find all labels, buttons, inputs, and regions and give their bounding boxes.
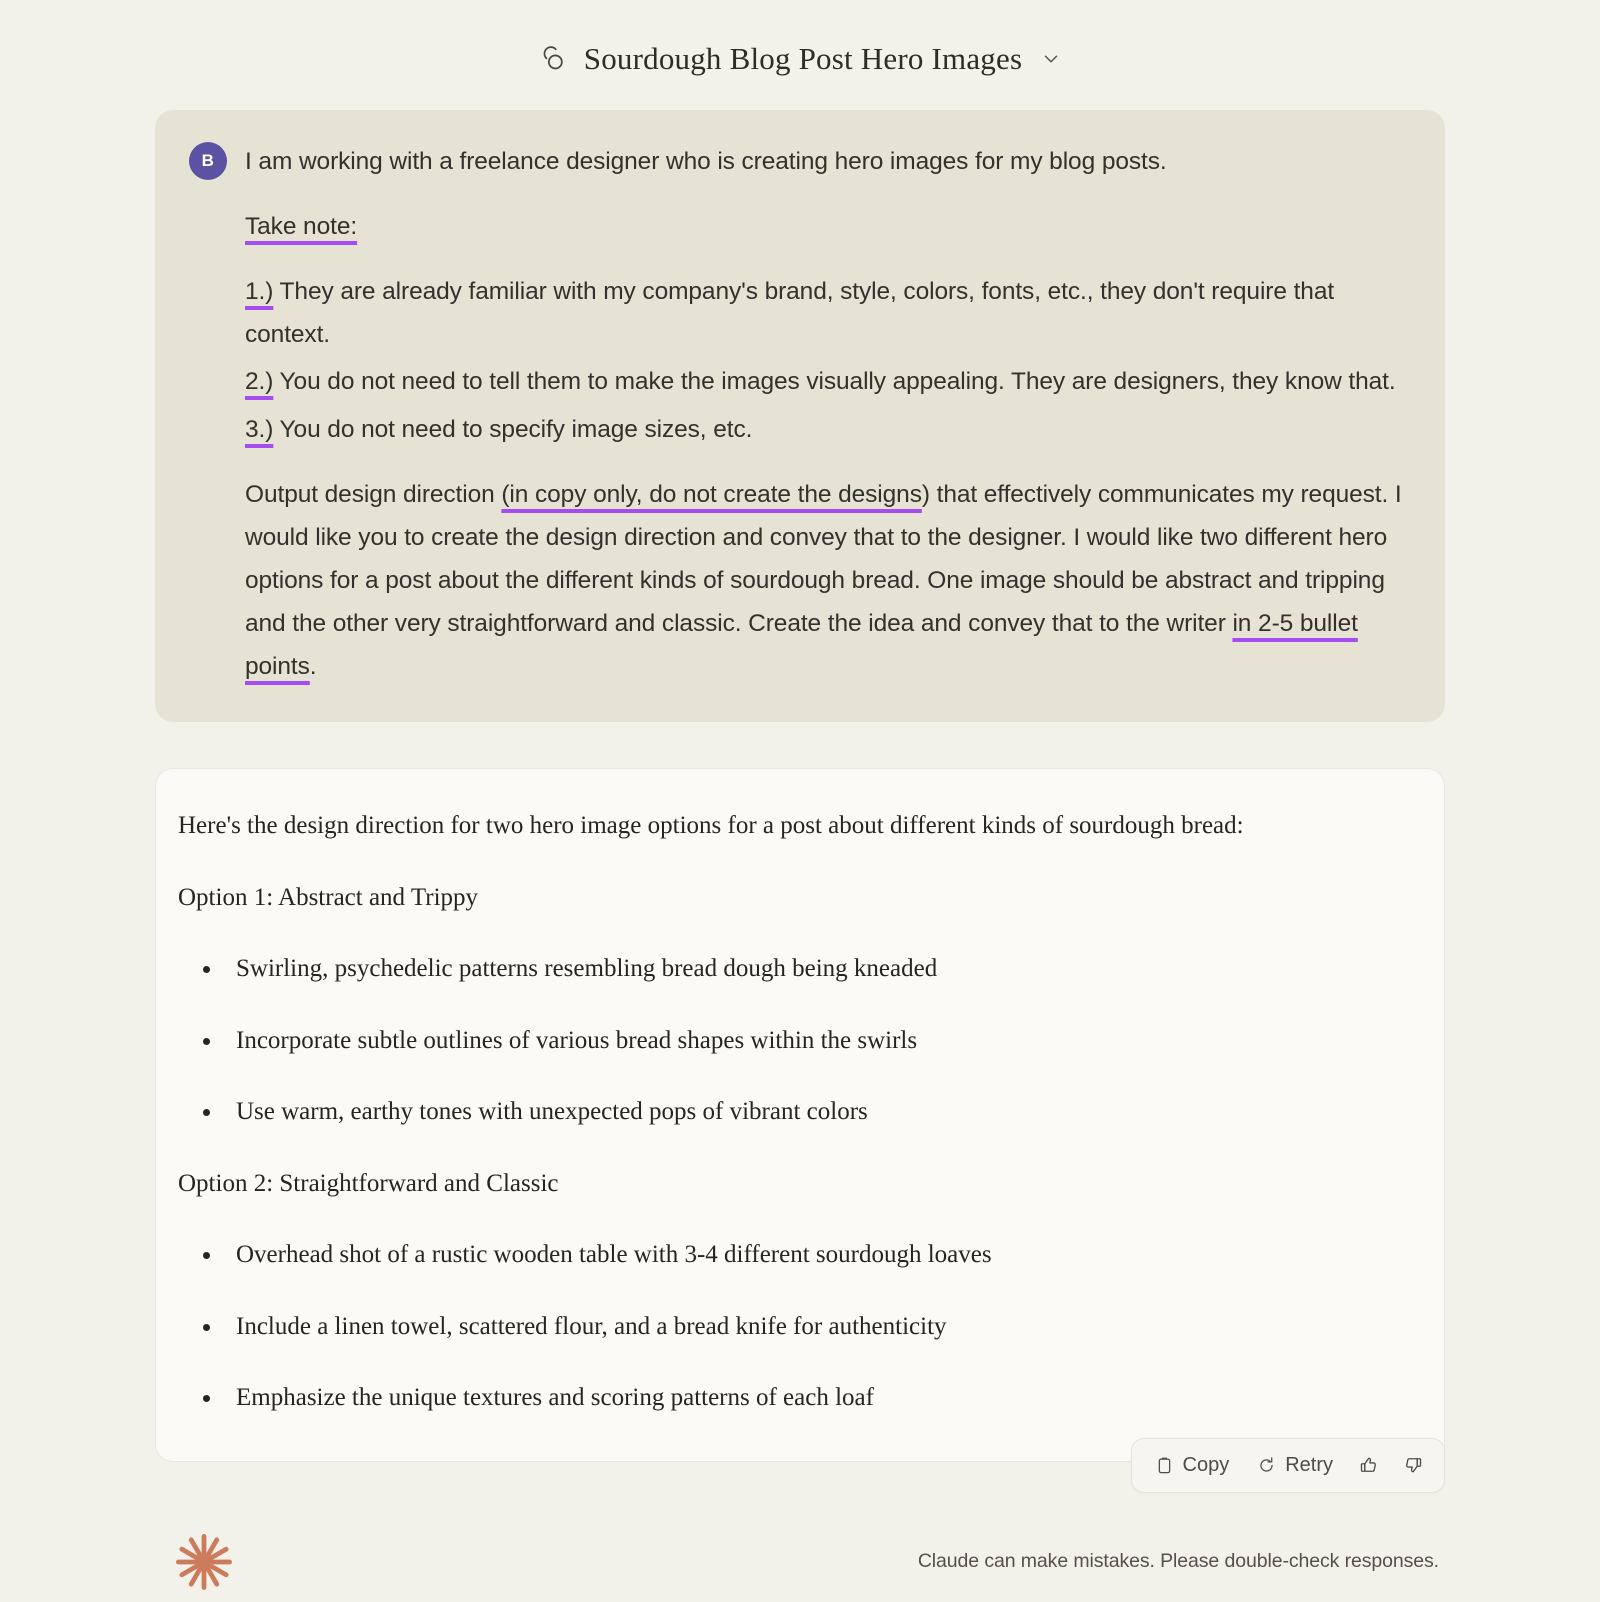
note-marker-2: 2.) <box>245 368 274 396</box>
thumbs-up-button[interactable] <box>1350 1449 1388 1481</box>
list-item: Use warm, earthy tones with unexpected p… <box>203 1089 1408 1135</box>
assistant-message-text: Here's the design direction for two hero… <box>178 803 1408 1421</box>
thumbs-up-icon <box>1359 1455 1379 1475</box>
list-item: Overhead shot of a rustic wooden table w… <box>203 1232 1408 1278</box>
assistant-bullets-option-1: Swirling, psychedelic patterns resemblin… <box>178 946 1408 1135</box>
message-actions-toolbar: Copy Retry <box>1130 1437 1445 1493</box>
note-text-2: You do not need to tell them to make the… <box>273 368 1396 396</box>
list-item: Include a linen towel, scattered flour, … <box>203 1304 1408 1350</box>
refresh-icon <box>1257 1456 1276 1475</box>
user-paragraph-closing: Output design direction (in copy only, d… <box>245 473 1411 689</box>
chevron-down-icon[interactable] <box>1040 48 1062 70</box>
user-paragraph-intro: I am working with a freelance designer w… <box>245 148 1167 175</box>
user-paragraph-take-note: Take note: <box>245 205 1411 248</box>
chat-bubble-icon <box>538 44 568 74</box>
list-item: Swirling, psychedelic patterns resemblin… <box>203 946 1408 992</box>
thumbs-down-button[interactable] <box>1394 1449 1432 1481</box>
closing-underlined-1: (in copy only, do not create the designs <box>501 480 922 508</box>
disclaimer-text: Claude can make mistakes. Please double-… <box>917 1550 1439 1573</box>
thumbs-down-icon <box>1403 1455 1423 1475</box>
user-note-item-1: 1.) They are already familiar with my co… <box>245 270 1411 356</box>
retry-button-label: Retry <box>1285 1453 1333 1476</box>
assistant-intro: Here's the design direction for two hero… <box>178 812 1244 840</box>
note-marker-3: 3.) <box>245 415 274 443</box>
assistant-bullets-option-2: Overhead shot of a rustic wooden table w… <box>178 1232 1408 1421</box>
list-item: Incorporate subtle outlines of various b… <box>203 1018 1408 1064</box>
copy-button[interactable]: Copy <box>1144 1448 1241 1483</box>
chat-header: Sourdough Blog Post Hero Images <box>0 0 1600 86</box>
closing-part-1: Output design direction <box>245 480 502 508</box>
page-title: Sourdough Blog Post Hero Images <box>583 41 1023 76</box>
closing-part-3: . <box>309 653 317 681</box>
user-message-bubble: B I am working with a freelance designer… <box>155 110 1445 723</box>
note-marker-1: 1.) <box>245 278 274 306</box>
message-actions-wrap: Copy Retry <box>155 1437 1445 1493</box>
conversation: B I am working with a freelance designer… <box>155 86 1445 1462</box>
assistant-message-card: Here's the design direction for two hero… <box>155 768 1445 1462</box>
clipboard-icon <box>1155 1456 1174 1475</box>
assistant-heading-option-2: Option 2: Straightforward and Classic <box>178 1169 559 1197</box>
list-item: Emphasize the unique textures and scorin… <box>203 1375 1408 1421</box>
take-note-underlined: Take note: <box>245 213 358 241</box>
user-note-item-3: 3.) You do not need to specify image siz… <box>245 408 1411 451</box>
chat-page: Sourdough Blog Post Hero Images B I am w… <box>0 0 1600 1590</box>
note-text-3: You do not need to specify image sizes, … <box>273 415 753 443</box>
retry-button[interactable]: Retry <box>1246 1448 1344 1483</box>
copy-button-label: Copy <box>1182 1453 1230 1476</box>
user-message-text: I am working with a freelance designer w… <box>245 140 1411 688</box>
claude-starburst-logo <box>169 1527 239 1597</box>
page-footer: Claude can make mistakes. Please double-… <box>155 1527 1445 1597</box>
avatar: B <box>189 142 227 180</box>
user-note-item-2: 2.) You do not need to tell them to make… <box>245 360 1411 403</box>
assistant-heading-option-1: Option 1: Abstract and Trippy <box>178 883 479 911</box>
note-text-1: They are already familiar with my compan… <box>245 278 1335 349</box>
